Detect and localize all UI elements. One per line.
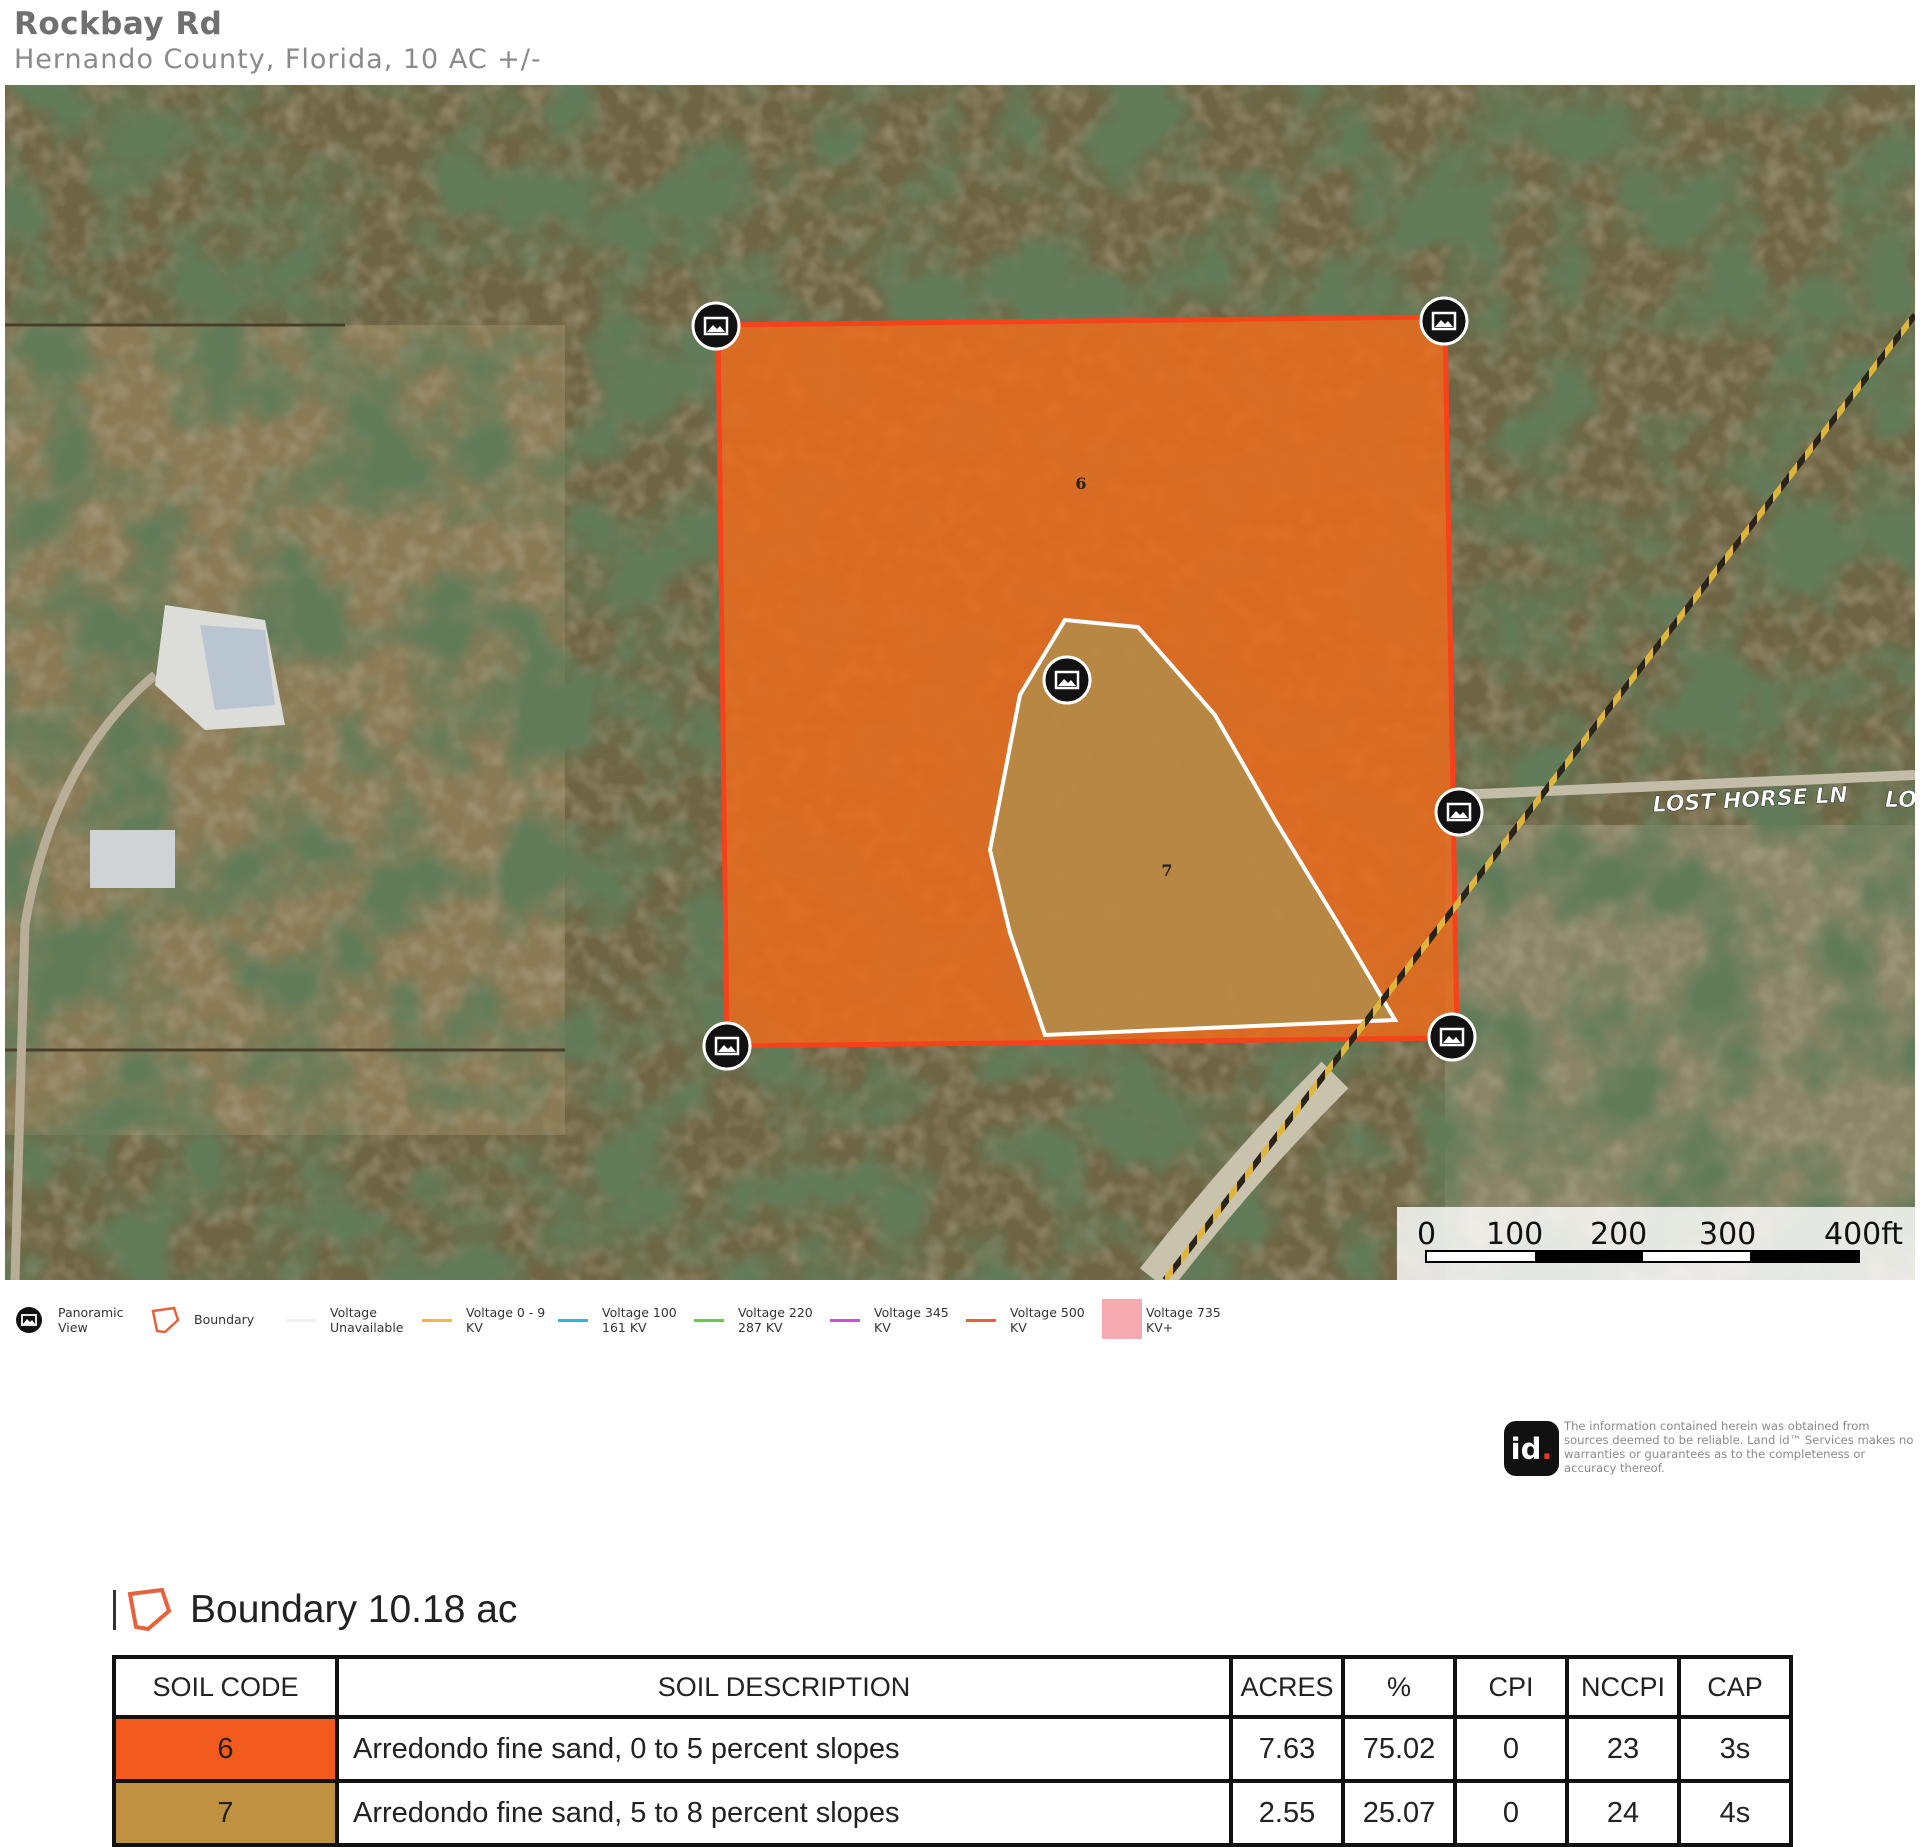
map-legend: Panoramic View Boundary Voltage Unavaila… xyxy=(12,1298,1236,1340)
scale-label: 0 xyxy=(1417,1217,1437,1252)
road-label-cut: LO xyxy=(1885,788,1915,813)
scale-label: 200 xyxy=(1590,1217,1648,1252)
soil-code-cell: 6 xyxy=(112,1715,339,1783)
map-canvas[interactable]: 6 7 LOST HORSE LN LO xyxy=(5,85,1915,1280)
legend-voltage-100-161: Voltage 100 161 KV xyxy=(556,1299,692,1339)
panoramic-view-marker[interactable] xyxy=(1042,655,1092,705)
legend-panoramic-view: Panoramic View xyxy=(12,1299,148,1339)
boundary-icon xyxy=(127,1587,172,1632)
table-header-row: SOIL CODE SOIL DESCRIPTION ACRES % CPI N… xyxy=(112,1655,1793,1719)
boundary-icon xyxy=(151,1306,180,1334)
page-subtitle: Hernando County, Florida, 10 AC +/- xyxy=(14,44,542,75)
logo-text: id xyxy=(1510,1431,1542,1466)
legend-label: Boundary xyxy=(194,1312,255,1327)
land-id-logo: id. xyxy=(1504,1421,1559,1476)
header-nccpi: NCCPI xyxy=(1565,1655,1681,1719)
scale-label: 100 xyxy=(1486,1217,1544,1252)
map-scale: 0 100 200 300 400ft xyxy=(1397,1207,1915,1280)
header-soil-code: SOIL CODE xyxy=(112,1655,339,1719)
legend-label: Panoramic View xyxy=(58,1305,124,1335)
legend-label: Voltage 345 KV xyxy=(874,1305,949,1335)
scale-bar xyxy=(1425,1250,1860,1263)
boundary-title: Boundary 10.18 ac xyxy=(190,1588,518,1631)
panoramic-view-marker[interactable] xyxy=(691,301,741,351)
cap-cell: 4s xyxy=(1677,1779,1793,1847)
cpi-cell: 0 xyxy=(1453,1779,1569,1847)
legend-boundary: Boundary xyxy=(148,1299,284,1339)
page-title: Rockbay Rd xyxy=(14,6,223,42)
table-row: 7 Arredondo fine sand, 5 to 8 percent sl… xyxy=(112,1779,1793,1847)
soil-label-6: 6 xyxy=(1075,474,1086,493)
disclaimer: id. The information contained herein was… xyxy=(1504,1418,1914,1478)
panoramic-view-marker[interactable] xyxy=(1434,787,1484,837)
header-percent: % xyxy=(1341,1655,1457,1719)
header-cap: CAP xyxy=(1677,1655,1793,1719)
panoramic-view-marker[interactable] xyxy=(1427,1012,1477,1062)
scale-label: 300 xyxy=(1699,1217,1757,1252)
header-cpi: CPI xyxy=(1453,1655,1569,1719)
soil-label-7: 7 xyxy=(1161,861,1172,880)
legend-label: Voltage 100 161 KV xyxy=(602,1305,677,1335)
header-acres: ACRES xyxy=(1229,1655,1345,1719)
legend-label: Voltage 500 KV xyxy=(1010,1305,1085,1335)
acres-cell: 2.55 xyxy=(1229,1779,1345,1847)
legend-voltage-735: Voltage 735 KV+ xyxy=(1100,1299,1236,1339)
disclaimer-text: The information contained herein was obt… xyxy=(1564,1419,1914,1475)
percent-cell: 25.07 xyxy=(1341,1779,1457,1847)
acres-cell: 7.63 xyxy=(1229,1715,1345,1783)
nccpi-cell: 24 xyxy=(1565,1779,1681,1847)
legend-label: Voltage Unavailable xyxy=(330,1305,404,1335)
legend-voltage-0-9: Voltage 0 - 9 KV xyxy=(420,1299,556,1339)
legend-label: Voltage 735 KV+ xyxy=(1146,1305,1221,1335)
heading-divider xyxy=(113,1590,116,1630)
scale-label: 400ft xyxy=(1824,1217,1904,1252)
legend-label: Voltage 220 287 KV xyxy=(738,1305,813,1335)
soil-table: SOIL CODE SOIL DESCRIPTION ACRES % CPI N… xyxy=(112,1655,1793,1847)
percent-cell: 75.02 xyxy=(1341,1715,1457,1783)
soil-description-cell: Arredondo fine sand, 5 to 8 percent slop… xyxy=(335,1779,1233,1847)
legend-voltage-220-287: Voltage 220 287 KV xyxy=(692,1299,828,1339)
table-row: 6 Arredondo fine sand, 0 to 5 percent sl… xyxy=(112,1715,1793,1783)
boundary-heading: Boundary 10.18 ac xyxy=(113,1585,517,1635)
legend-voltage-unavailable: Voltage Unavailable xyxy=(284,1299,420,1339)
barn-roof xyxy=(90,830,175,888)
cap-cell: 3s xyxy=(1677,1715,1793,1783)
legend-voltage-345: Voltage 345 KV xyxy=(828,1299,964,1339)
image-icon xyxy=(16,1307,42,1333)
legend-voltage-500: Voltage 500 KV xyxy=(964,1299,1100,1339)
panoramic-view-marker[interactable] xyxy=(1419,296,1469,346)
header-soil-description: SOIL DESCRIPTION xyxy=(335,1655,1233,1719)
soil-description-cell: Arredondo fine sand, 0 to 5 percent slop… xyxy=(335,1715,1233,1783)
aerial-map[interactable]: 6 7 LOST HORSE LN LO xyxy=(5,85,1915,1280)
soil-code-cell: 7 xyxy=(112,1779,339,1847)
cpi-cell: 0 xyxy=(1453,1715,1569,1783)
nccpi-cell: 23 xyxy=(1565,1715,1681,1783)
panoramic-view-marker[interactable] xyxy=(702,1021,752,1071)
legend-label: Voltage 0 - 9 KV xyxy=(466,1305,546,1335)
